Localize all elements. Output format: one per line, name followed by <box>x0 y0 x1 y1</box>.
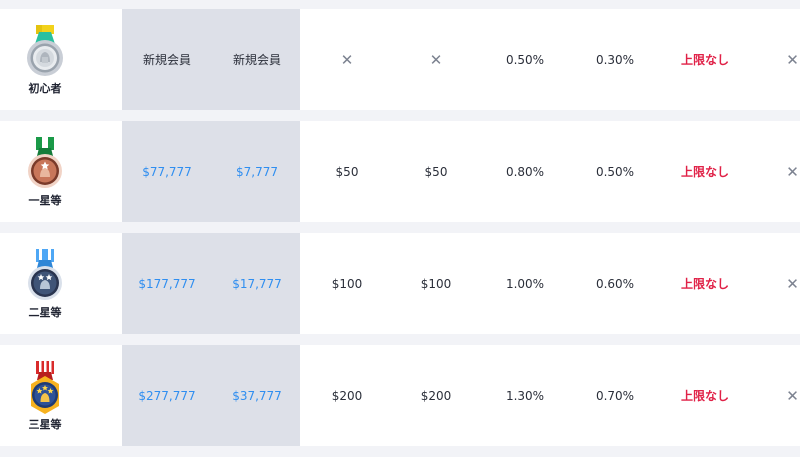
close-icon: ✕ <box>786 162 799 181</box>
one-star-medal-icon <box>28 136 62 188</box>
cell-col-2: $7,777 <box>236 164 278 179</box>
cell-col-3: $100 <box>331 276 363 291</box>
level-cell: 一星等 <box>0 121 90 222</box>
cell-col-2: $37,777 <box>232 388 282 403</box>
cell-col-1: $177,777 <box>138 276 196 291</box>
table-row: 一星等 $77,777 $7,777 $50 $50 0.80% 0.50% 上… <box>0 121 800 222</box>
cell-col-1: $77,777 <box>142 164 192 179</box>
close-icon: ✕ <box>786 50 799 69</box>
cell-col-4: $100 <box>420 276 452 291</box>
cell-col-2: $17,777 <box>232 276 282 291</box>
level-cell: 三星等 <box>0 345 90 446</box>
table-row: 初心者 新規会員 新規会員 ✕ ✕ 0.50% 0.30% 上限なし ✕ <box>0 9 800 110</box>
no-limit-label: 上限なし <box>680 53 729 67</box>
table-row: 三星等 $277,777 $37,777 $200 $200 1.30% 0.7… <box>0 345 800 446</box>
two-star-medal-icon <box>28 248 62 300</box>
level-cell: 初心者 <box>0 9 90 110</box>
cell-col-6: 0.30% <box>595 52 635 67</box>
cell-col-1: $277,777 <box>138 388 196 403</box>
cell-col-3: $50 <box>335 164 359 179</box>
table-row: 二星等 $177,777 $17,777 $100 $100 1.00% 0.6… <box>0 233 800 334</box>
cell-col-6: 0.70% <box>595 388 635 403</box>
no-limit-label: 上限なし <box>680 277 729 291</box>
cell-col-1: 新規会員 <box>142 53 191 67</box>
no-limit-label: 上限なし <box>680 165 729 179</box>
cell-col-5: 1.30% <box>505 388 545 403</box>
cell-col-2: 新規会員 <box>232 53 281 67</box>
cell-col-5: 0.80% <box>505 164 545 179</box>
no-limit-label: 上限なし <box>680 389 729 403</box>
level-name: 三星等 <box>28 417 62 431</box>
cell-col-4: $200 <box>420 388 452 403</box>
vip-level-table: 初心者 新規会員 新規会員 ✕ ✕ 0.50% 0.30% 上限なし ✕ 一星等… <box>0 9 800 457</box>
beginner-medal-icon <box>27 24 63 76</box>
cell-col-3: $200 <box>331 388 363 403</box>
close-icon: ✕ <box>340 50 354 69</box>
cell-col-5: 1.00% <box>505 276 545 291</box>
cell-col-6: 0.60% <box>595 276 635 291</box>
cell-col-4: $50 <box>424 164 448 179</box>
level-name: 一星等 <box>28 193 62 207</box>
three-star-medal-icon <box>31 360 59 414</box>
cell-col-5: 0.50% <box>505 52 545 67</box>
level-name: 初心者 <box>28 81 62 95</box>
cell-col-6: 0.50% <box>595 164 635 179</box>
level-name: 二星等 <box>28 305 62 319</box>
close-icon: ✕ <box>429 50 443 69</box>
level-cell: 二星等 <box>0 233 90 334</box>
close-icon: ✕ <box>786 386 799 405</box>
close-icon: ✕ <box>786 274 799 293</box>
